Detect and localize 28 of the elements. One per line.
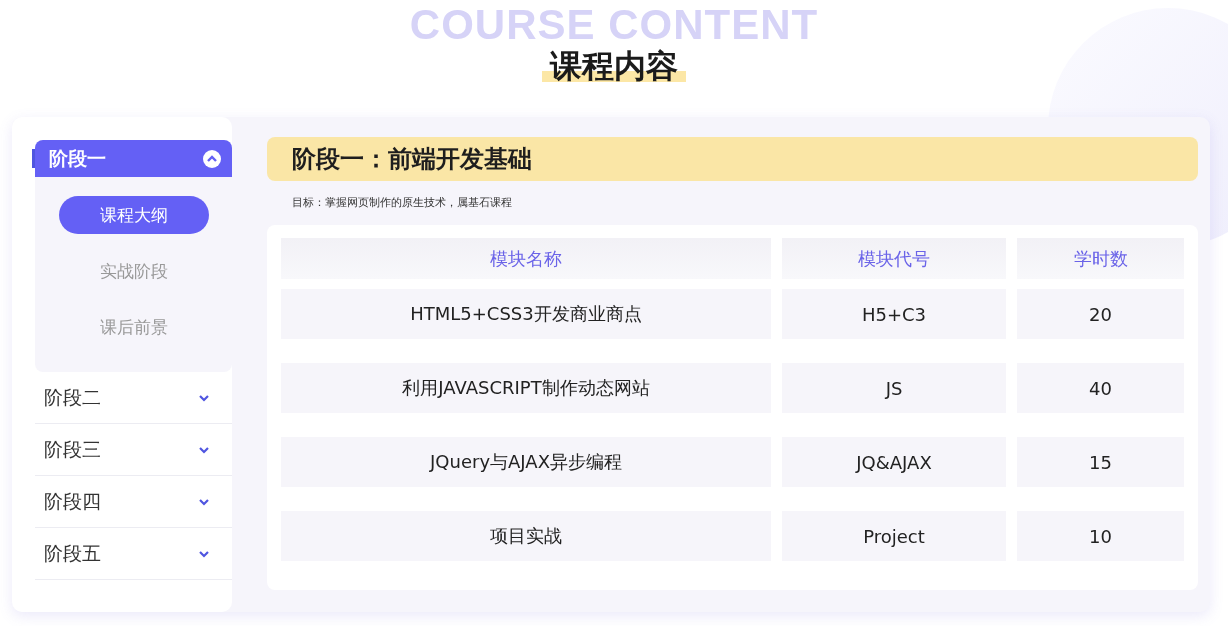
table-cell: H5+C3 — [782, 289, 1006, 339]
table-cell: 10 — [1017, 511, 1184, 561]
stage-banner: 阶段一：前端开发基础 — [267, 137, 1198, 181]
table-cell: HTML5+CSS3开发商业商点 — [281, 289, 771, 339]
table-cell: Project — [782, 511, 1006, 561]
table-cell: 项目实战 — [281, 511, 771, 561]
table-cell: JQuery与AJAX异步编程 — [281, 437, 771, 487]
column-header: 模块名称 — [281, 238, 771, 279]
stage-tab[interactable]: 阶段四 — [35, 476, 232, 528]
column-header: 模块代号 — [782, 238, 1006, 279]
table-cell: JS — [782, 363, 1006, 413]
table-cell: 20 — [1017, 289, 1184, 339]
stage-tab[interactable]: 阶段三 — [35, 424, 232, 476]
table-cell: 利用JAVASCRIPT制作动态网站 — [281, 363, 771, 413]
chevron-down-icon — [198, 445, 210, 454]
stage-tab[interactable]: 阶段五 — [35, 528, 232, 580]
collapse-icon — [203, 149, 221, 168]
submenu-item[interactable]: 课程大纲 — [58, 196, 209, 234]
chevron-down-icon — [198, 497, 210, 506]
table-cell: 40 — [1017, 363, 1184, 413]
goal-text: 目标：掌握网页制作的原生技术，属基石课程 — [292, 195, 513, 210]
chevron-down-icon — [198, 549, 210, 558]
stage-tab[interactable]: 阶段二 — [35, 372, 232, 424]
table-cell: 15 — [1017, 437, 1184, 487]
table-cell: JQ&AJAX — [782, 437, 1006, 487]
column-header: 学时数 — [1017, 238, 1184, 279]
stage-tab[interactable]: 阶段一 — [35, 140, 232, 177]
chevron-down-icon — [198, 393, 210, 402]
